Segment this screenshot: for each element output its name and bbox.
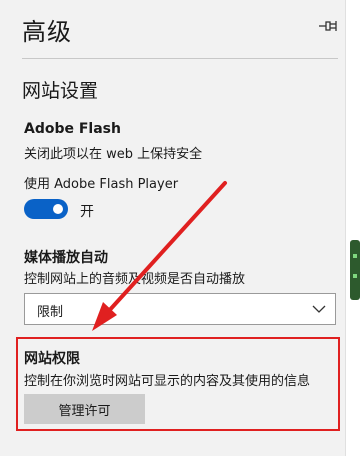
autoplay-setting-description: 控制网站上的音频及视频是否自动播放 [24,272,246,287]
site-permissions-description: 控制在你浏览时网站可显示的内容及其使用的信息 [24,374,311,389]
flash-toggle-switch[interactable] [24,199,68,219]
section-title-site-settings: 网站设置 [22,80,99,102]
manage-permissions-button[interactable]: 管理许可 [24,394,145,424]
autoplay-setting-title: 媒体播放自动 [24,250,108,266]
autoplay-dropdown-value: 限制 [37,305,64,320]
autoplay-dropdown[interactable]: 限制 [24,293,336,325]
site-permissions-title: 网站权限 [24,351,80,367]
flash-setting-title: Adobe Flash [24,121,121,137]
toggle-state-label: 开 [80,204,94,220]
scrollbar-track[interactable] [346,0,362,456]
chevron-down-icon [312,305,326,313]
flash-setting-description: 关闭此项以在 web 上保持安全 [24,147,203,162]
scrollbar-thumb[interactable] [350,240,360,300]
pin-icon[interactable] [318,18,338,34]
page-title: 高级 [22,18,72,46]
flash-toggle-label: 使用 Adobe Flash Player [24,177,179,192]
header-divider [22,58,338,59]
toggle-knob [53,204,63,214]
